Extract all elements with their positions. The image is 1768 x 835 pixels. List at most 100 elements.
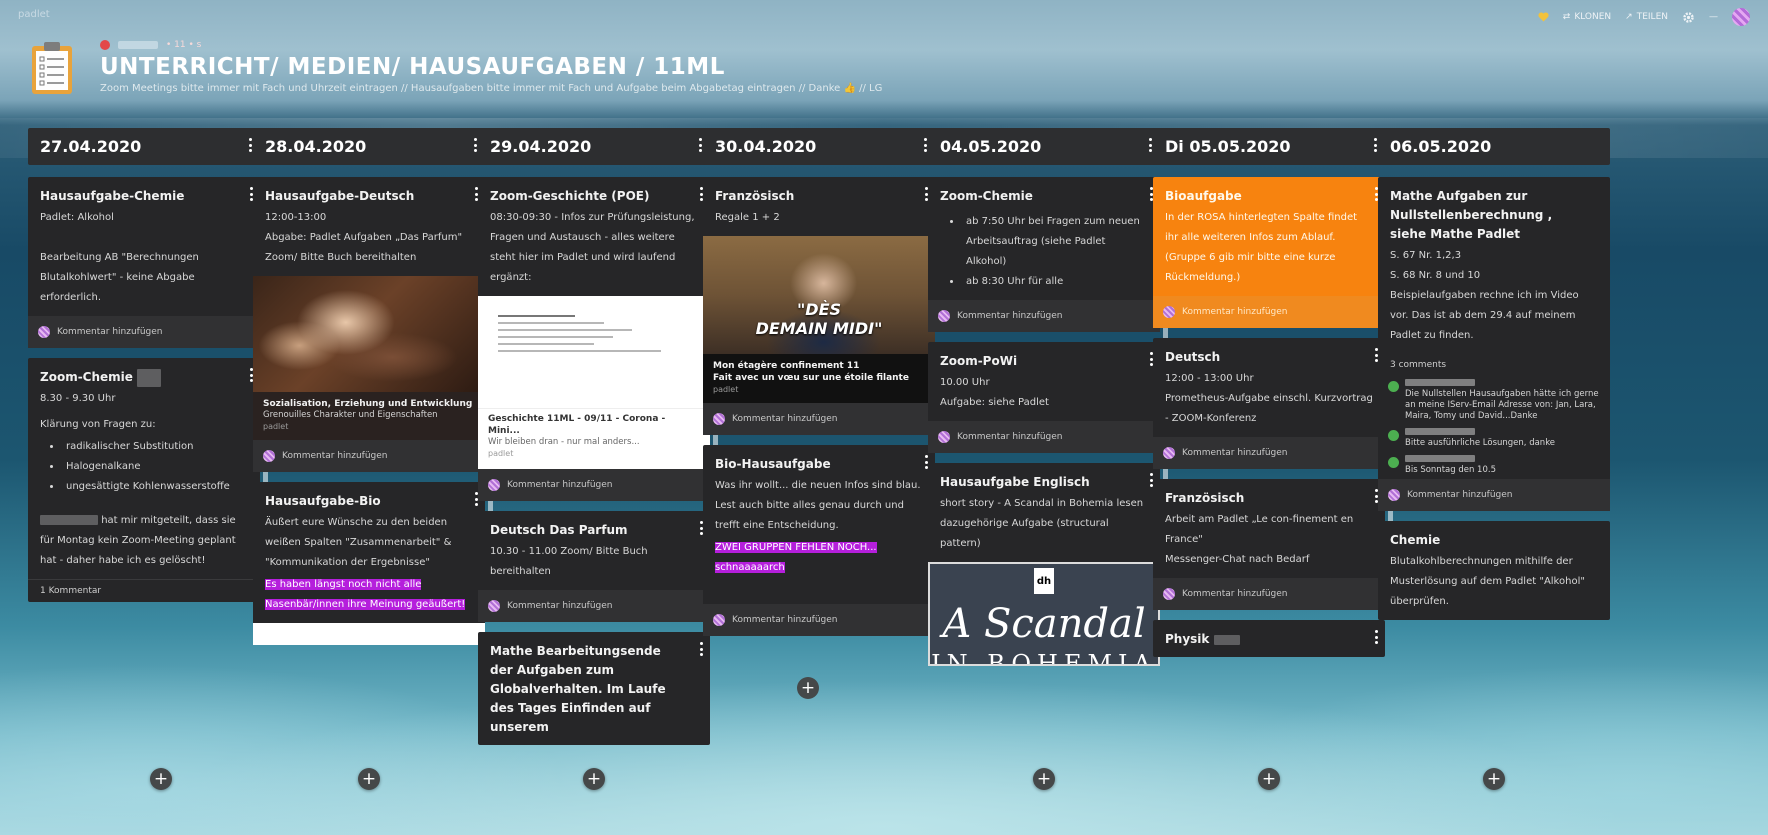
list-item: ungesättigte Kohlenwasserstoffe	[62, 477, 248, 497]
column-04-05: 04.05.2020 Zoom-Chemie ab 7:50 Uhr bei F…	[928, 128, 1168, 798]
post-title: Physik	[1165, 630, 1373, 649]
post-card[interactable]: Bio-Hausaufgabe Was ihr wollt... die neu…	[703, 445, 935, 636]
board-meta: • 11 • s	[100, 40, 201, 50]
columns-container: 27.04.2020 Hausaufgabe-Chemie Padlet: Al…	[28, 128, 1768, 798]
post-card[interactable]: Zoom-Geschichte (POE) 08:30-09:30 - Info…	[478, 177, 710, 501]
brand-logo[interactable]: padlet	[18, 9, 50, 20]
post-card[interactable]: Zoom-Chemie ab 7:50 Uhr bei Fragen zum n…	[928, 177, 1160, 332]
post-card[interactable]: Deutsch 12:00 - 13:00 Uhr Prometheus-Auf…	[1153, 338, 1385, 469]
column-27-04: 27.04.2020 Hausaufgabe-Chemie Padlet: Al…	[28, 128, 268, 798]
add-post-button[interactable]: +	[1258, 768, 1280, 790]
post-card[interactable]: Zoom-Chemie 8.30 - 9.30 Uhr Klärung von …	[28, 358, 260, 602]
share-icon: ↗	[1625, 12, 1633, 22]
attachment-book-cover[interactable]: dh A Scandal IN BOHEMIA	[928, 562, 1160, 666]
post-highlight: Es haben längst noch nicht alle Nasenbär…	[265, 579, 466, 610]
add-comment-label: Kommentar hinzufügen	[957, 311, 1063, 321]
share-button[interactable]: ↗ TEILEN	[1625, 12, 1668, 22]
add-comment-button[interactable]: Kommentar hinzufügen	[478, 469, 710, 501]
comment-count[interactable]: 3 comments	[1378, 354, 1610, 376]
add-comment-button[interactable]: Kommentar hinzufügen	[1153, 296, 1385, 328]
column-body: Bioaufgabe In der ROSA hinterlegten Spal…	[1153, 177, 1385, 760]
add-post-button[interactable]: +	[1483, 768, 1505, 790]
clone-button[interactable]: ⇄ KLONEN	[1563, 12, 1611, 22]
attachment-document-preview[interactable]	[478, 296, 710, 408]
add-comment-button[interactable]: Kommentar hinzufügen	[1153, 437, 1385, 469]
post-card[interactable]: Deutsch Das Parfum 10.30 - 11.00 Zoom/ B…	[478, 511, 710, 622]
post-card[interactable]: Zoom-PoWi 10.00 Uhr Aufgabe: siehe Padle…	[928, 342, 1160, 453]
avatar	[938, 431, 950, 443]
comment-count[interactable]: 1 Kommentar	[28, 579, 260, 602]
add-post-button[interactable]: +	[797, 677, 819, 699]
like-button[interactable]	[1538, 12, 1549, 22]
attachment-caption[interactable]: Mon étagère confinement 11 Fait avec un …	[703, 354, 935, 403]
add-comment-button[interactable]: Kommentar hinzufügen	[928, 421, 1160, 453]
attachment-caption[interactable]: Sozialisation, Erziehung und Entwicklung…	[253, 392, 485, 440]
comment-text: Bis Sonntag den 10.5	[1405, 465, 1496, 475]
attachment-source: padlet	[713, 385, 739, 394]
post-text: 10.30 - 11.00 Zoom/ Bitte Buch bereithal…	[490, 546, 648, 577]
post-card[interactable]: Französisch Regale 1 + 2 "DÈS DEMAIN MID…	[703, 177, 935, 435]
add-comment-button[interactable]: Kommentar hinzufügen	[478, 590, 710, 622]
post-text: Arbeit am Padlet „Le con-finement en Fra…	[1165, 514, 1354, 565]
avatar	[1388, 430, 1399, 441]
commenter-name-redacted	[1405, 455, 1475, 462]
user-avatar[interactable]	[1732, 8, 1750, 26]
column-header: 30.04.2020	[703, 128, 935, 165]
post-text: Was ihr wollt... die neuen Infos sind bl…	[715, 480, 921, 531]
board-subtitle: Zoom Meetings bitte immer mit Fach und U…	[100, 83, 883, 94]
post-card[interactable]: Mathe Aufgaben zur Nullstellenberechnung…	[1378, 177, 1610, 511]
post-card[interactable]: Hausaufgabe-Chemie Padlet: Alkohol Bearb…	[28, 177, 260, 348]
column-date: 29.04.2020	[490, 137, 592, 156]
add-post-button[interactable]: +	[1033, 768, 1055, 790]
column-date: 04.05.2020	[940, 137, 1042, 156]
attachment-image[interactable]	[253, 623, 485, 645]
avatar	[713, 413, 725, 425]
column-date: 28.04.2020	[265, 137, 367, 156]
add-comment-label: Kommentar hinzufügen	[507, 601, 613, 611]
add-comment-button[interactable]: Kommentar hinzufügen	[928, 300, 1160, 332]
comment-text: Die Nullstellen Hausaufgaben hätte ich g…	[1405, 389, 1599, 421]
add-post-button[interactable]: +	[358, 768, 380, 790]
post-text: S. 67 Nr. 1,2,3 S. 68 Nr. 8 und 10 Beisp…	[1390, 250, 1579, 341]
comment: Bitte ausführliche Lösungen, danke	[1378, 425, 1610, 452]
commenter-name-redacted	[1405, 379, 1475, 386]
post-card[interactable]: Französisch Arbeit am Padlet „Le con-fin…	[1153, 479, 1385, 610]
post-card[interactable]: Mathe Bearbeitungsende der Aufgaben zum …	[478, 632, 710, 745]
add-comment-button[interactable]: Kommentar hinzufügen	[703, 604, 935, 636]
attachment-image[interactable]	[253, 276, 485, 392]
post-card[interactable]: Bioaufgabe In der ROSA hinterlegten Spal…	[1153, 177, 1385, 328]
column-body: Zoom-Geschichte (POE) 08:30-09:30 - Info…	[478, 177, 710, 760]
post-text: Klärung von Fragen zu:	[40, 419, 156, 430]
column-28-04: 28.04.2020 Hausaufgabe-Deutsch 12:00-13:…	[253, 128, 493, 798]
add-comment-button[interactable]: Kommentar hinzufügen	[703, 403, 935, 435]
add-comment-button[interactable]: Kommentar hinzufügen	[28, 316, 260, 348]
post-card[interactable]: Hausaufgabe-Bio Äußert eure Wünsche zu d…	[253, 482, 485, 645]
add-post-button[interactable]: +	[150, 768, 172, 790]
attachment-caption[interactable]: Geschichte 11ML - 09/11 - Corona - Mini.…	[478, 408, 710, 469]
attachment-video-thumbnail[interactable]: "DÈS DEMAIN MIDI"	[703, 236, 935, 354]
post-title: Deutsch	[1165, 350, 1221, 364]
minimize-icon[interactable]: —	[1709, 12, 1718, 22]
post-title: Bio-Hausaufgabe	[715, 457, 831, 471]
add-comment-button[interactable]: Kommentar hinzufügen	[1153, 578, 1385, 610]
gear-icon[interactable]	[1682, 11, 1695, 24]
publisher-logo: dh	[1034, 568, 1054, 594]
post-title: Hausaufgabe-Chemie	[40, 189, 185, 203]
add-comment-label: Kommentar hinzufügen	[1407, 490, 1513, 500]
list-item: Halogenalkane	[62, 457, 248, 477]
post-card[interactable]: Physik	[1153, 620, 1385, 657]
post-card[interactable]: Chemie Blutalkohlberechnungen mithilfe d…	[1378, 521, 1610, 620]
column-body: Hausaufgabe-Chemie Padlet: Alkohol Bearb…	[28, 177, 260, 760]
post-text: 08:30-09:30 - Infos zur Prüfungsleistung…	[490, 212, 695, 283]
add-comment-label: Kommentar hinzufügen	[957, 432, 1063, 442]
board-meta-text: • 11 • s	[166, 40, 202, 50]
add-post-button[interactable]: +	[583, 768, 605, 790]
post-card[interactable]: Hausaufgabe-Deutsch 12:00-13:00 Abgabe: …	[253, 177, 485, 472]
post-card[interactable]: Hausaufgabe Englisch short story - A Sca…	[928, 463, 1160, 666]
clone-label: KLONEN	[1574, 12, 1612, 22]
post-title: Hausaufgabe-Deutsch	[265, 189, 415, 203]
add-comment-label: Kommentar hinzufügen	[1182, 448, 1288, 458]
avatar	[1163, 306, 1175, 318]
add-comment-button[interactable]: Kommentar hinzufügen	[253, 440, 485, 472]
add-comment-button[interactable]: Kommentar hinzufügen	[1378, 479, 1610, 511]
